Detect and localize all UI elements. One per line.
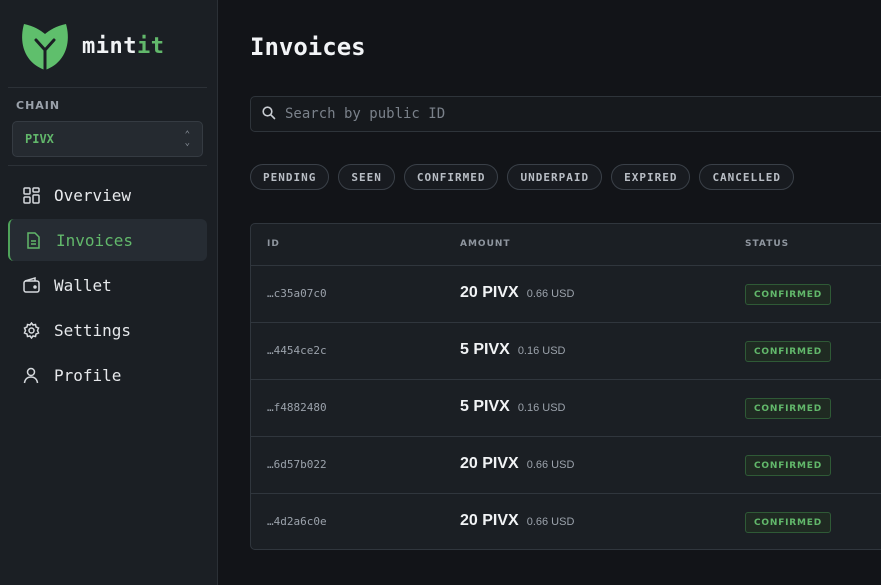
status-badge: CONFIRMED (745, 512, 831, 533)
status-badge: CONFIRMED (745, 455, 831, 476)
invoice-amount-cell: 20 PIVX 0.66 USD (460, 284, 574, 302)
divider (8, 87, 207, 88)
sidebar-item-overview[interactable]: Overview (8, 174, 207, 216)
sidebar-nav: Overview Invoices Wallet Settings Profil… (8, 174, 207, 399)
status-filters: PENDING SEEN CONFIRMED UNDERPAID EXPIRED… (250, 164, 803, 190)
column-header-amount: AMOUNT (460, 239, 511, 249)
status-badge: CONFIRMED (745, 398, 831, 419)
sidebar: mintit CHAIN PIVX ⌃⌄ Overview Invoices (0, 0, 218, 585)
invoice-id: …6d57b022 (267, 458, 327, 471)
invoice-amount-cell: 20 PIVX 0.66 USD (460, 512, 574, 530)
up-down-chevron-icon: ⌃ ⌄ (184, 130, 190, 148)
table-row[interactable]: …4454ce2c 5 PIVX 0.16 USD CONFIRMED (251, 323, 881, 380)
filter-chip-underpaid[interactable]: UNDERPAID (507, 164, 603, 190)
invoice-amount-usd: 0.16 USD (517, 345, 566, 357)
invoice-amount: 5 PIVX (460, 398, 510, 415)
invoice-amount: 5 PIVX (460, 341, 510, 358)
invoice-amount: 20 PIVX (460, 512, 519, 529)
column-header-id: ID (267, 239, 280, 249)
invoice-amount: 20 PIVX (460, 284, 519, 301)
document-icon (24, 231, 42, 249)
sidebar-item-label: Invoices (56, 230, 134, 250)
invoice-amount-cell: 5 PIVX 0.16 USD (460, 341, 566, 359)
user-icon (22, 366, 40, 384)
status-badge: CONFIRMED (745, 284, 831, 305)
divider (8, 165, 207, 166)
table-row[interactable]: …c35a07c0 20 PIVX 0.66 USD CONFIRMED (251, 266, 881, 323)
page-title: Invoices (250, 33, 366, 61)
brand-name: mintit (82, 33, 165, 59)
invoice-amount-cell: 5 PIVX 0.16 USD (460, 398, 566, 416)
brand-logo[interactable]: mintit (18, 20, 164, 72)
invoice-id: …4454ce2c (267, 344, 327, 357)
table-row[interactable]: …f4882480 5 PIVX 0.16 USD CONFIRMED (251, 380, 881, 437)
status-badge: CONFIRMED (745, 341, 831, 362)
invoice-id: …f4882480 (267, 401, 327, 414)
sidebar-item-label: Wallet (54, 275, 112, 295)
table-row[interactable]: …6d57b022 20 PIVX 0.66 USD CONFIRMED (251, 437, 881, 494)
sidebar-item-invoices[interactable]: Invoices (8, 219, 207, 261)
sidebar-item-label: Overview (54, 185, 132, 205)
filter-chip-pending[interactable]: PENDING (250, 164, 330, 190)
invoice-amount: 20 PIVX (460, 455, 519, 472)
sidebar-item-settings[interactable]: Settings (8, 309, 207, 351)
sidebar-item-wallet[interactable]: Wallet (8, 264, 207, 306)
grid-icon (22, 186, 40, 204)
filter-chip-seen[interactable]: SEEN (338, 164, 395, 190)
gear-icon (22, 321, 40, 339)
sidebar-item-label: Profile (54, 365, 122, 385)
filter-chip-confirmed[interactable]: CONFIRMED (403, 164, 499, 190)
search-input[interactable] (285, 106, 845, 122)
filter-chip-expired[interactable]: EXPIRED (611, 164, 691, 190)
wallet-icon (22, 276, 40, 294)
leaf-logo-icon (18, 20, 72, 72)
invoice-amount-usd: 0.66 USD (526, 288, 575, 300)
search-bar[interactable] (250, 96, 881, 132)
column-header-status: STATUS (745, 239, 790, 249)
invoices-table: ID AMOUNT STATUS …c35a07c0 20 PIVX 0.66 … (250, 223, 881, 550)
filter-chip-cancelled[interactable]: CANCELLED (699, 164, 795, 190)
chain-select-value: PIVX (25, 132, 54, 146)
invoice-id: …c35a07c0 (267, 287, 327, 300)
invoice-amount-usd: 0.66 USD (526, 459, 575, 471)
invoice-amount-usd: 0.66 USD (526, 516, 575, 528)
invoice-id: …4d2a6c0e (267, 515, 327, 528)
search-icon (262, 105, 276, 124)
sidebar-item-label: Settings (54, 320, 132, 340)
table-header: ID AMOUNT STATUS (251, 224, 881, 266)
sidebar-item-profile[interactable]: Profile (8, 354, 207, 396)
chain-label: CHAIN (16, 99, 61, 112)
invoice-amount-usd: 0.16 USD (517, 402, 566, 414)
table-row[interactable]: …4d2a6c0e 20 PIVX 0.66 USD CONFIRMED (251, 494, 881, 549)
invoice-amount-cell: 20 PIVX 0.66 USD (460, 455, 574, 473)
chain-select[interactable]: PIVX ⌃ ⌄ (12, 121, 203, 157)
